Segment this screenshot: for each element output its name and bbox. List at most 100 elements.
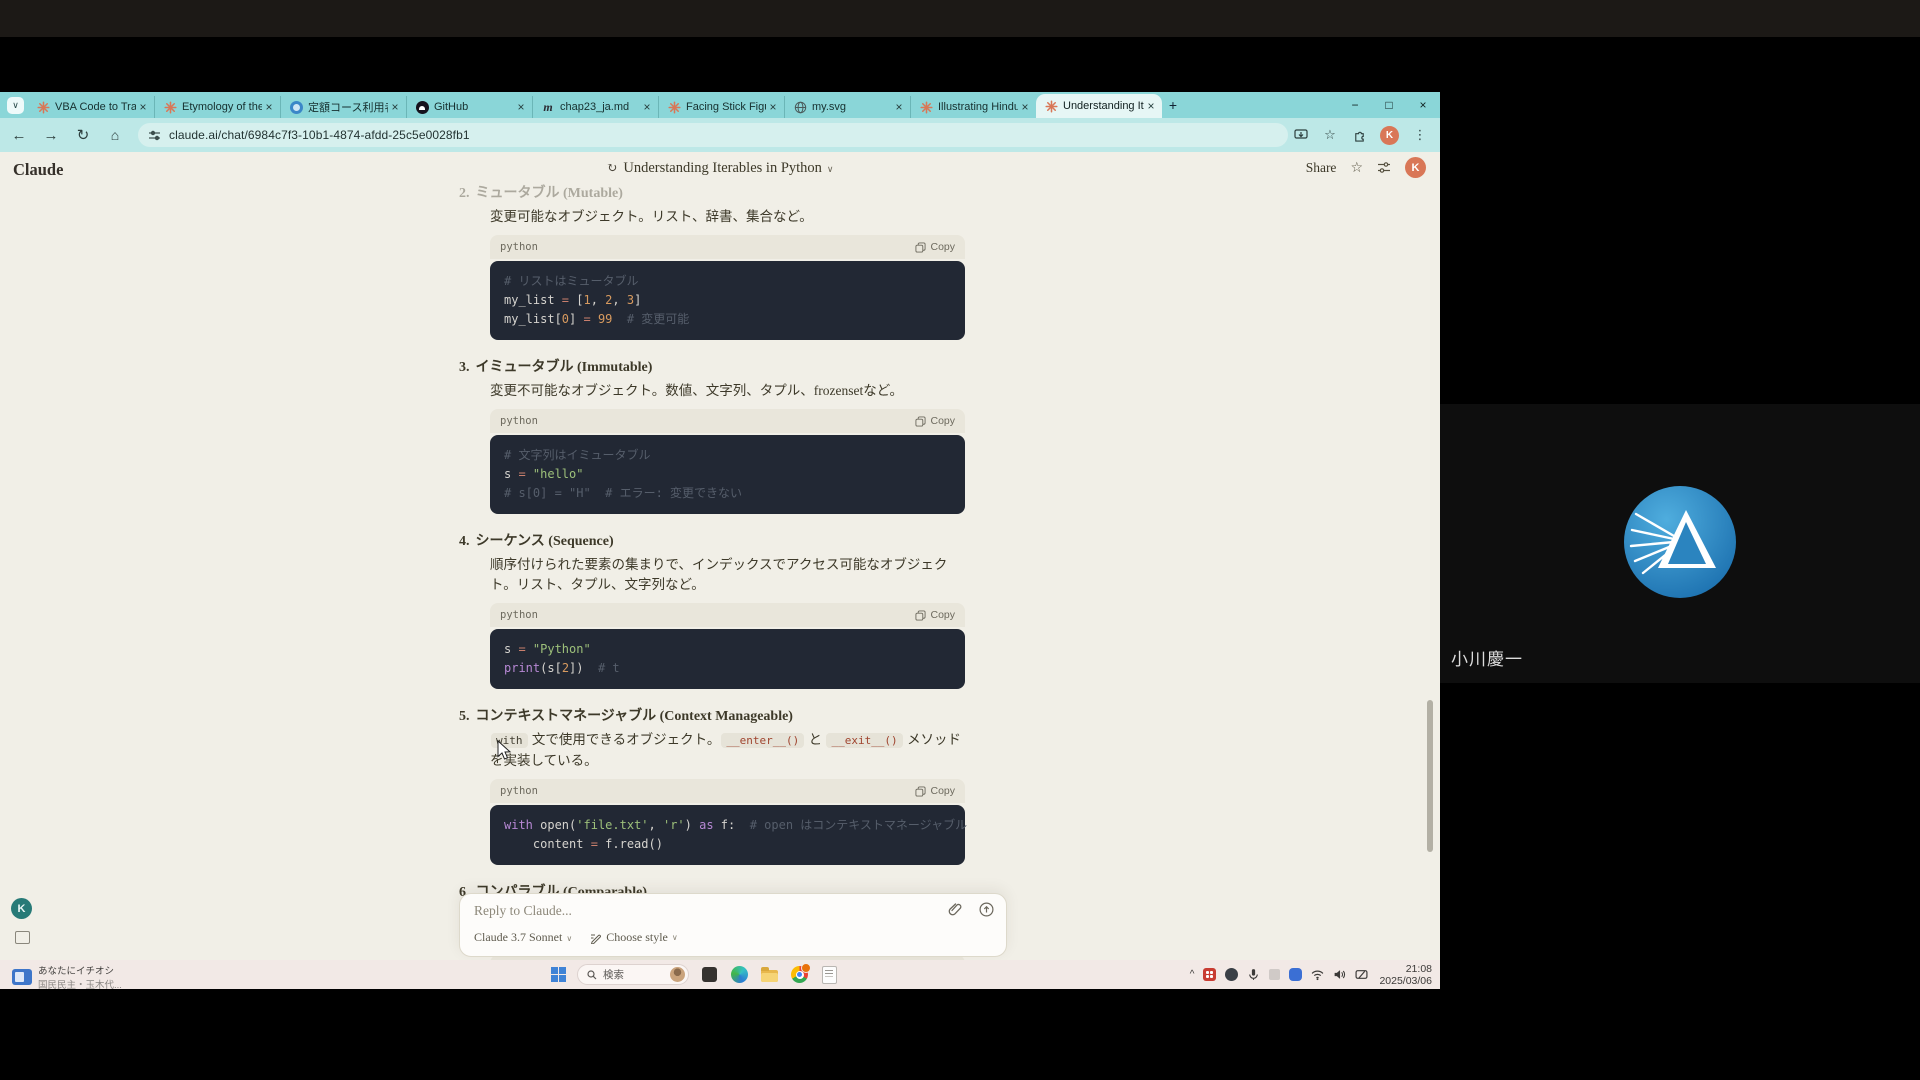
conversation-title-group[interactable]: ↻Understanding Iterables in Python∨ <box>0 160 1440 177</box>
maximize-button[interactable]: □ <box>1372 92 1406 118</box>
tab-close-icon[interactable]: × <box>514 100 528 114</box>
text-token: 変更可能なオブジェクト。リスト、辞書、集合など。 <box>490 209 813 224</box>
text-token: ]) <box>569 661 583 675</box>
settings-sliders-icon[interactable] <box>1377 161 1391 175</box>
chevron-down-icon: ∨ <box>827 164 834 174</box>
globe-icon <box>793 100 807 114</box>
text-token: ] <box>569 312 583 326</box>
browser-tab[interactable]: my.svg× <box>784 96 910 118</box>
browser-tab[interactable]: Illustrating Hindu D× <box>910 96 1036 118</box>
text-token: # 文字列はイミュータブル <box>504 448 650 462</box>
volume-icon[interactable] <box>1333 968 1346 981</box>
code-block-header: python Copy <box>490 409 965 433</box>
code-line: s = "hello" <box>504 465 951 484</box>
tab-close-icon[interactable]: × <box>388 100 402 114</box>
section-number: 2. <box>459 186 470 201</box>
sidebar-toggle-icon[interactable] <box>15 931 30 944</box>
text-token: my_list[ <box>504 312 562 326</box>
code-language-label: python <box>500 415 538 427</box>
browser-profile-avatar[interactable]: K <box>1380 126 1399 145</box>
dark-app-icon <box>702 967 717 982</box>
browser-tab[interactable]: GitHub× <box>406 96 532 118</box>
help-fab-button[interactable]: K <box>11 898 32 919</box>
reload-button-icon[interactable]: ↻ <box>70 126 96 144</box>
model-selector[interactable]: Claude 3.7 Sonnet∨ <box>474 930 572 945</box>
file-explorer-icon <box>761 970 778 982</box>
browser-toolbar: ← → ↻ ⌂ claude.ai/chat/6984c7f3-10b1-487… <box>0 118 1440 152</box>
chevron-down-icon: ∨ <box>672 933 678 942</box>
share-button[interactable]: Share <box>1306 160 1337 176</box>
back-button-icon[interactable]: ← <box>6 127 32 144</box>
taskbar-app-edge[interactable] <box>730 965 749 984</box>
text-token: = <box>562 293 576 307</box>
tab-close-icon[interactable]: × <box>262 100 276 114</box>
account-avatar[interactable]: K <box>1405 157 1426 178</box>
tab-close-icon[interactable]: × <box>892 100 906 114</box>
bookmark-star-icon[interactable]: ☆ <box>1322 127 1338 143</box>
pen-input-icon[interactable] <box>1355 968 1368 981</box>
taskbar-news-widget[interactable]: あなたにイチオシ 国民民主・玉木代... <box>12 963 122 991</box>
tab-close-icon[interactable]: × <box>1144 99 1158 113</box>
copy-button[interactable]: Copy <box>915 241 955 253</box>
copy-button[interactable]: Copy <box>915 415 955 427</box>
blue-circle-icon <box>289 100 303 114</box>
browser-tab[interactable]: Understanding Iterab× <box>1036 94 1162 118</box>
code-line: my_list = [1, 2, 3] <box>504 291 951 310</box>
tray-blue-app-icon[interactable] <box>1289 968 1302 981</box>
taskbar-app-widgets[interactable] <box>700 965 719 984</box>
attach-paperclip-icon[interactable] <box>948 902 963 917</box>
browser-tab[interactable]: 定額コース利用者限定× <box>280 96 406 118</box>
browser-tab[interactable]: Facing Stick Figures× <box>658 96 784 118</box>
tray-expand-icon[interactable]: ^ <box>1190 969 1195 980</box>
close-window-button[interactable]: × <box>1406 92 1440 118</box>
microphone-icon[interactable] <box>1247 968 1260 981</box>
style-selector[interactable]: Choose style∨ <box>590 930 678 945</box>
copy-button[interactable]: Copy <box>915 609 955 621</box>
browser-window: ∨ VBA Code to Transfe×Etymology of the W… <box>0 92 1440 960</box>
browser-tab[interactable]: Etymology of the Wo× <box>154 96 280 118</box>
claude-icon <box>36 100 50 114</box>
taskbar-search-box[interactable]: 検索 <box>577 964 689 985</box>
reply-input-box[interactable]: Reply to Claude... Claude 3.7 Sonnet∨ Ch… <box>459 893 1007 957</box>
wifi-icon[interactable] <box>1311 968 1324 981</box>
page-scrollbar-thumb[interactable] <box>1427 700 1433 852</box>
tab-close-icon[interactable]: × <box>136 100 150 114</box>
tray-dark-app-icon[interactable] <box>1225 968 1238 981</box>
new-tab-button[interactable]: + <box>1162 94 1184 116</box>
taskbar-app-explorer[interactable] <box>760 965 779 984</box>
text-token: s <box>504 642 518 656</box>
taskbar-app-chrome[interactable] <box>790 965 809 984</box>
tab-label: Facing Stick Figures <box>686 101 766 113</box>
url-bar[interactable]: claude.ai/chat/6984c7f3-10b1-4874-afdd-2… <box>138 123 1288 147</box>
code-line: # 文字列はイミュータブル <box>504 446 951 465</box>
minimize-button[interactable]: − <box>1338 92 1372 118</box>
browser-menu-icon[interactable]: ⋮ <box>1412 127 1428 143</box>
code-block: pythonCopywith open('file.txt', 'r') as … <box>490 779 965 865</box>
section-description: 順序付けられた要素の集まりで、インデックスでアクセス可能なオブジェクト。リスト、… <box>459 555 1007 595</box>
text-token: content <box>504 837 591 851</box>
extensions-puzzle-icon[interactable] <box>1351 127 1367 143</box>
code-block: pythonCopys = "Python"print(s[2]) # t <box>490 603 965 689</box>
news-widget-icon <box>12 969 32 985</box>
tray-dim-app-icon[interactable] <box>1269 969 1280 980</box>
forward-button-icon[interactable]: → <box>38 127 64 144</box>
home-button-icon[interactable]: ⌂ <box>102 127 128 143</box>
copy-button[interactable]: Copy <box>915 785 955 797</box>
tray-red-app-icon[interactable] <box>1203 968 1216 981</box>
taskbar-clock[interactable]: 21:08 2025/03/06 <box>1379 963 1432 987</box>
taskbar-app-notepad[interactable] <box>820 965 839 984</box>
section-title: イミュータブル (Immutable) <box>476 360 653 375</box>
browser-tab[interactable]: VBA Code to Transfe× <box>28 96 154 118</box>
browser-tab[interactable]: mchap23_ja.md× <box>532 96 658 118</box>
tab-search-button[interactable]: ∨ <box>7 97 24 114</box>
tab-close-icon[interactable]: × <box>640 100 654 114</box>
send-button-icon[interactable] <box>979 902 994 917</box>
reply-actions <box>948 902 994 917</box>
star-icon[interactable]: ☆ <box>1350 159 1363 176</box>
tab-close-icon[interactable]: × <box>1018 100 1032 114</box>
url-text: claude.ai/chat/6984c7f3-10b1-4874-afdd-2… <box>169 128 470 142</box>
start-button-icon[interactable] <box>551 967 566 982</box>
tab-close-icon[interactable]: × <box>766 100 780 114</box>
install-app-icon[interactable] <box>1293 127 1309 143</box>
github-icon <box>415 100 429 114</box>
